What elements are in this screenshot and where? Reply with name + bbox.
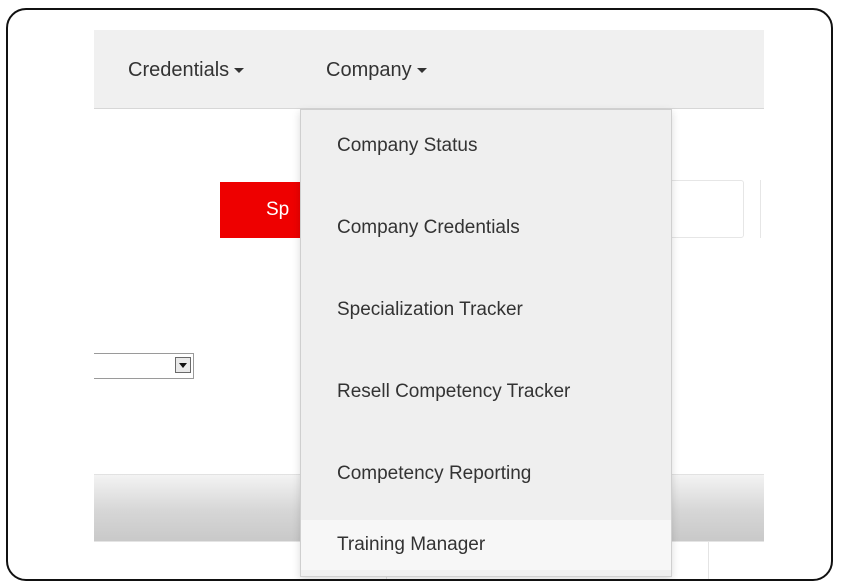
- menu-item-competency-reporting[interactable]: Competency Reporting: [301, 451, 671, 497]
- chevron-down-icon: [234, 68, 245, 74]
- nav-company-menu[interactable]: Company: [326, 59, 427, 82]
- page-content: Credentials Company Sp ts Company Status…: [8, 10, 831, 579]
- dropdown-arrow-icon[interactable]: [175, 357, 191, 373]
- partial-button-edge: [760, 180, 770, 238]
- red-action-button[interactable]: Sp: [220, 182, 310, 238]
- nav-credentials-label: Credentials: [128, 59, 230, 81]
- column-divider: [708, 541, 709, 579]
- menu-item-specialization-tracker[interactable]: Specialization Tracker: [301, 287, 671, 333]
- menu-item-company-status[interactable]: Company Status: [301, 123, 671, 169]
- nav-company-label: Company: [326, 59, 412, 81]
- menu-item-company-credentials[interactable]: Company Credentials: [301, 205, 671, 251]
- menu-item-resell-competency-tracker[interactable]: Resell Competency Tracker: [301, 369, 671, 415]
- filter-select[interactable]: [94, 353, 194, 379]
- chevron-down-icon: [416, 68, 427, 74]
- screenshot-frame: Credentials Company Sp ts Company Status…: [6, 8, 833, 581]
- menu-item-training-manager[interactable]: Training Manager: [301, 520, 671, 570]
- red-button-label: Sp: [266, 199, 290, 220]
- nav-credentials-menu[interactable]: Credentials: [128, 59, 245, 82]
- top-navbar: Credentials Company: [94, 30, 764, 109]
- company-dropdown-menu: Company Status Company Credentials Speci…: [300, 109, 672, 577]
